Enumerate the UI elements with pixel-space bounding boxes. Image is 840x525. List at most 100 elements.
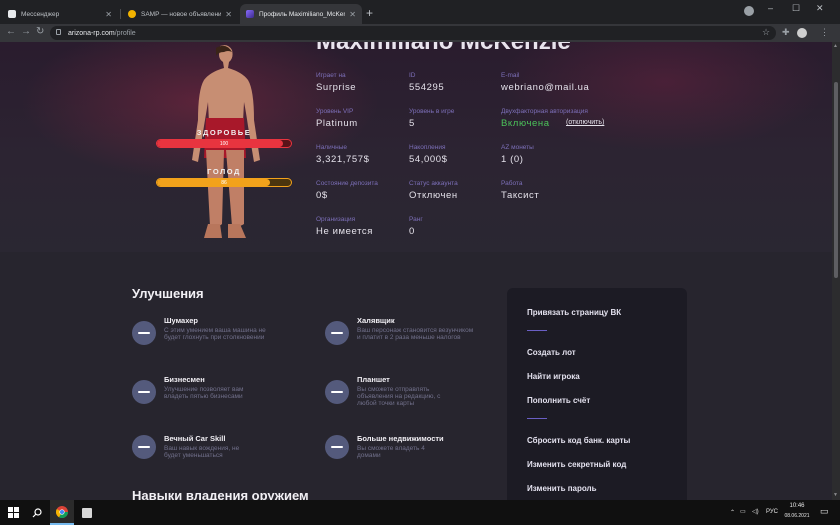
create-lot-button[interactable]: Создать лот — [527, 348, 576, 357]
windows-start-icon[interactable] — [0, 500, 26, 525]
upgrade-minus-icon[interactable] — [132, 380, 156, 404]
hunger-label: ГОЛОД — [207, 167, 241, 176]
upgrade-name: Халявщик — [357, 316, 395, 325]
deposit-value: 0$ — [316, 190, 328, 201]
close-icon[interactable]: ✕ — [349, 10, 356, 19]
upgrade-minus-icon[interactable] — [325, 380, 349, 404]
scroll-down-icon[interactable]: ▼ — [833, 492, 838, 498]
find-player-button[interactable]: Найти игрока — [527, 372, 580, 381]
deposit-label: Состояние депозита — [316, 180, 378, 187]
az-coins-value: 1 (0) — [501, 154, 524, 165]
app-taskbar-icon[interactable] — [78, 500, 96, 525]
language-indicator[interactable]: РУС — [766, 509, 778, 515]
profile-download-icon[interactable] — [744, 6, 754, 16]
account-status-value: Отключен — [409, 190, 458, 201]
upgrade-minus-icon[interactable] — [132, 321, 156, 345]
level-label: Уровень в игре — [409, 108, 455, 115]
az-coins-label: AZ монеты — [501, 144, 534, 151]
organization-value: Не имеется — [316, 226, 374, 237]
upgrade-name: Шумахер — [164, 316, 198, 325]
upgrade-desc: С этим умением ваша машина не будет глох… — [164, 327, 266, 342]
bookmark-star-icon[interactable]: ☆ — [762, 27, 770, 38]
reset-card-code-button[interactable]: Сбросить код банк. карты — [527, 436, 630, 445]
upgrade-minus-icon[interactable] — [325, 435, 349, 459]
upgrade-name: Планшет — [357, 375, 390, 384]
email-value: webriano@mail.ua — [501, 82, 590, 93]
chrome-taskbar-icon[interactable] — [50, 500, 74, 525]
upgrade-desc: Вы сможете владеть 4 домами — [357, 445, 425, 460]
account-status-label: Статус аккаунта — [409, 180, 458, 187]
menu-divider — [527, 418, 547, 419]
upgrade-desc: Вы сможете отправлять объявления на реда… — [357, 386, 441, 408]
rank-label: Ранг — [409, 216, 423, 223]
profile-hero: Maximiliano McKenzie ЗДОРОВЬЕ 100 ГОЛОД … — [0, 42, 832, 252]
notifications-icon[interactable]: ▭ — [820, 506, 829, 517]
search-icon[interactable] — [26, 500, 48, 525]
player-name: Maximiliano McKenzie — [316, 42, 571, 56]
health-value: 100 — [219, 141, 229, 147]
maximize-icon[interactable]: ☐ — [792, 3, 800, 14]
job-value: Таксист — [501, 190, 540, 201]
upgrade-name: Вечный Car Skill — [164, 434, 226, 443]
weapon-skills-heading: Навыки владения оружием — [132, 488, 309, 500]
change-secret-code-button[interactable]: Изменить секретный код — [527, 460, 626, 469]
scrollbar-thumb[interactable] — [834, 82, 838, 278]
arizona-favicon-icon — [246, 10, 254, 18]
browser-toolbar: ← → ↻ arizona-rp.com/profile ☆ ✚ ⋮ — [0, 24, 840, 42]
change-password-button[interactable]: Изменить пароль — [527, 484, 597, 493]
window-close-icon[interactable]: ✕ — [816, 3, 824, 14]
lock-icon — [56, 29, 61, 35]
top-up-button[interactable]: Пополнить счёт — [527, 396, 590, 405]
server-value: Surprise — [316, 82, 357, 93]
minimize-icon[interactable]: – — [768, 3, 773, 13]
forward-arrow-icon[interactable]: → — [21, 26, 31, 37]
vip-value: Platinum — [316, 118, 358, 129]
upgrade-name: Бизнесмен — [164, 375, 205, 384]
clock-date[interactable]: 08.06.2021 — [781, 513, 813, 519]
id-value: 554295 — [409, 82, 445, 93]
volume-icon[interactable]: ◁) — [752, 508, 759, 515]
tab-samp[interactable]: SAMP — новое объявление ✕ — [122, 4, 238, 24]
link-vk-button[interactable]: Привязать страницу ВК — [527, 308, 621, 317]
upgrade-name: Больше недвижимости — [357, 434, 444, 443]
url-host: arizona-rp.com — [68, 29, 115, 37]
extensions-puzzle-icon[interactable]: ✚ — [782, 27, 790, 38]
scroll-up-icon[interactable]: ▲ — [833, 43, 838, 49]
back-arrow-icon[interactable]: ← — [6, 26, 16, 37]
twofa-value: Включена — [501, 118, 550, 129]
clock-time[interactable]: 10:46 — [784, 503, 810, 509]
hunger-value: 86 — [221, 180, 227, 186]
tab-messenger[interactable]: Мессенджер ✕ — [2, 4, 118, 24]
email-label: E-mail — [501, 72, 520, 79]
page-viewport: Maximiliano McKenzie ЗДОРОВЬЕ 100 ГОЛОД … — [0, 42, 832, 500]
menu-divider — [527, 330, 547, 331]
menu-dots-icon[interactable]: ⋮ — [820, 27, 829, 38]
organization-label: Организация — [316, 216, 356, 223]
page-scrollbar[interactable]: ▲ ▼ — [832, 42, 840, 500]
vip-label: Уровень VIP — [316, 108, 354, 115]
cash-label: Наличные — [316, 144, 347, 151]
tab-profile[interactable]: Профиль Maximiliano_McKenzie ✕ — [240, 4, 362, 24]
upgrades-heading: Улучшения — [132, 286, 204, 301]
user-avatar-icon[interactable] — [797, 28, 807, 38]
tray-chevron-icon[interactable]: ⌃ — [730, 509, 735, 516]
upgrade-minus-icon[interactable] — [132, 435, 156, 459]
twofa-disable-link[interactable]: (отключить) — [566, 119, 604, 126]
close-icon[interactable]: ✕ — [105, 10, 112, 19]
samp-favicon-icon — [128, 10, 136, 18]
network-icon[interactable]: ▭ — [740, 508, 746, 515]
upgrade-desc: Улучшение позволяет вам владеть пятью би… — [164, 386, 244, 401]
server-label: Играет на — [316, 72, 346, 79]
health-label: ЗДОРОВЬЕ — [196, 128, 252, 137]
upgrade-desc: Ваш персонаж становится везунчиком и пла… — [357, 327, 474, 342]
twofa-label: Двухфакторная авторизация — [501, 108, 588, 115]
savings-value: 54,000$ — [409, 154, 448, 165]
health-bar: 100 — [156, 139, 292, 148]
address-bar[interactable]: arizona-rp.com/profile — [50, 26, 776, 40]
close-icon[interactable]: ✕ — [225, 10, 232, 19]
reload-icon[interactable]: ↻ — [36, 26, 44, 37]
tab-title: Мессенджер — [21, 10, 60, 18]
upgrade-minus-icon[interactable] — [325, 321, 349, 345]
url-path: /profile — [114, 29, 136, 37]
new-tab-plus-icon[interactable]: + — [366, 6, 373, 20]
